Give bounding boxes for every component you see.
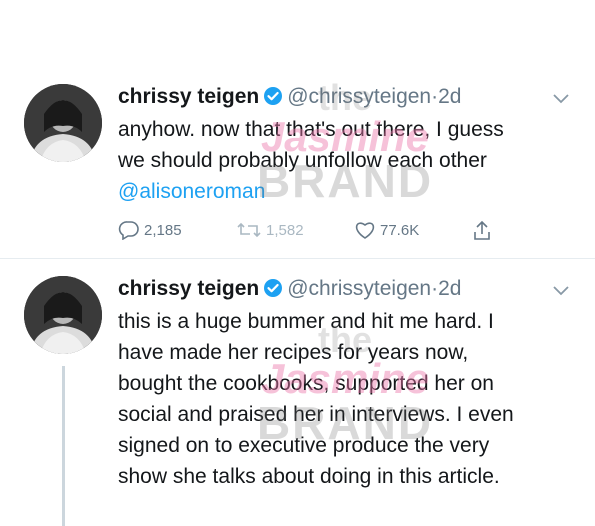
tweet-line: this is a huge bummer and hit me hard. I: [118, 310, 494, 333]
tweet-line: we should probably unfollow each other: [118, 149, 487, 172]
tweet-line: anyhow. now that that's out there, I gue…: [118, 118, 504, 141]
timestamp[interactable]: 2d: [438, 277, 461, 300]
chevron-down-icon[interactable]: [552, 92, 570, 110]
verified-badge-icon: [263, 278, 283, 305]
timestamp[interactable]: 2d: [438, 85, 461, 108]
tweet-line: social and praised her in interviews. I …: [118, 403, 514, 426]
reply-button[interactable]: 2,185: [118, 220, 182, 240]
handle[interactable]: @chrissyteigen: [287, 277, 431, 300]
tweet-line: signed on to executive produce the very: [118, 434, 490, 457]
chevron-down-icon[interactable]: [552, 284, 570, 302]
retweet-icon: [237, 222, 261, 238]
tweet-actions: 2,185 1,582 77.6K: [118, 220, 518, 250]
heart-icon: [355, 222, 375, 239]
display-name[interactable]: chrissy teigen: [118, 277, 259, 300]
avatar-photo-icon: [24, 276, 102, 354]
verified-badge-icon: [263, 86, 283, 113]
handle[interactable]: @chrissyteigen: [287, 85, 431, 108]
tweet[interactable]: chrissy teigen @chrissyteigen·2d this is …: [0, 262, 595, 526]
tweet-line: have made her recipes for years now,: [118, 341, 469, 364]
tweet-header: chrissy teigen @chrissyteigen·2d: [118, 84, 461, 113]
reply-count: 2,185: [144, 221, 182, 239]
tweet-text: anyhow. now that that's out there, I gue…: [118, 114, 578, 207]
like-button[interactable]: 77.6K: [354, 220, 419, 240]
like-count: 77.6K: [380, 221, 420, 239]
mention-link[interactable]: @alisoneroman: [118, 176, 578, 207]
reply-icon: [118, 221, 139, 240]
tweet-line: show she talks about doing in this artic…: [118, 465, 500, 488]
tweet-line: bought the cookbooks, supported her on: [118, 372, 494, 395]
avatar[interactable]: [24, 276, 102, 354]
avatar[interactable]: [24, 84, 102, 162]
retweet-count: 1,582: [266, 221, 304, 239]
tweet-header: chrissy teigen @chrissyteigen·2d: [118, 276, 461, 305]
tweet-text: this is a huge bummer and hit me hard. I…: [118, 306, 578, 492]
thread-line: [62, 366, 65, 526]
share-icon: [474, 220, 490, 240]
divider: [0, 258, 595, 259]
tweet[interactable]: chrissy teigen @chrissyteigen·2d anyhow. …: [0, 70, 595, 255]
share-button[interactable]: [472, 220, 492, 242]
retweet-button[interactable]: 1,582: [236, 220, 304, 240]
display-name[interactable]: chrissy teigen: [118, 85, 259, 108]
avatar-photo-icon: [24, 84, 102, 162]
